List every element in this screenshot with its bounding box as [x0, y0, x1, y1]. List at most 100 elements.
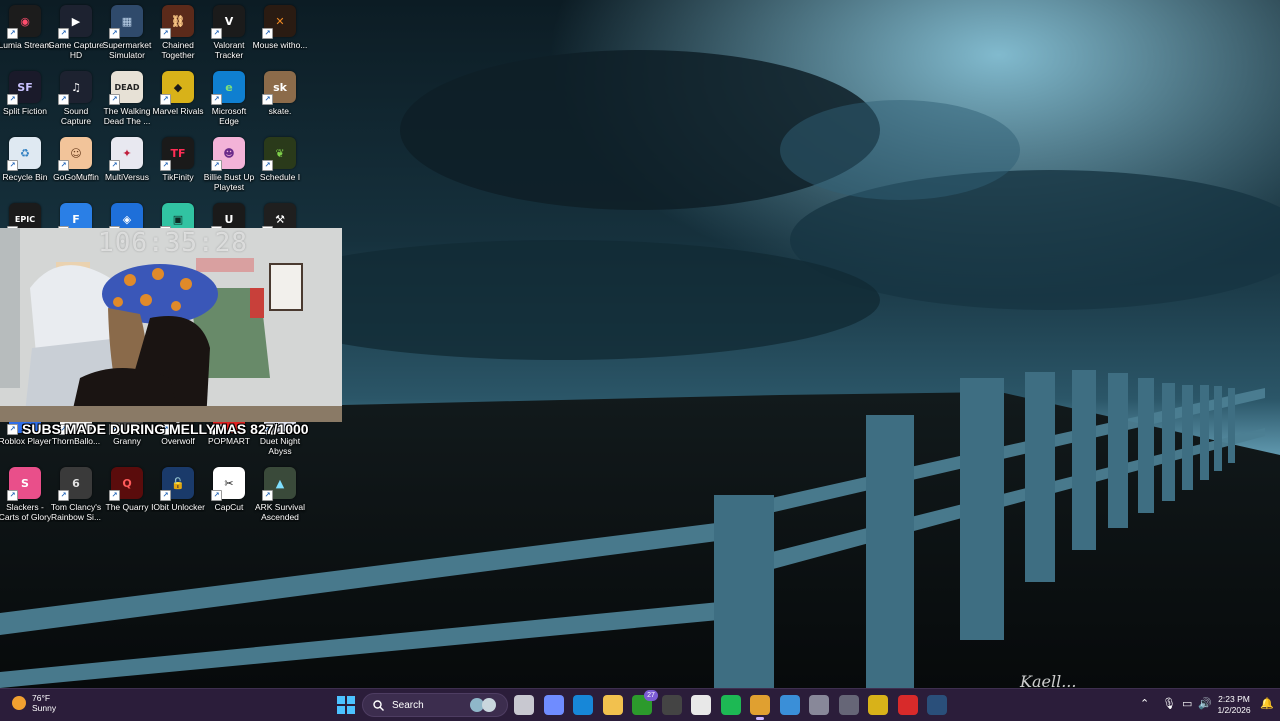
- taskbar-app-gallery[interactable]: [779, 695, 800, 715]
- desktop-icon-chained[interactable]: ⛓ ↗ Chained Together: [154, 5, 202, 71]
- desktop-icon-label: Schedule I: [259, 172, 301, 182]
- shortcut-arrow-icon: ↗: [7, 490, 18, 501]
- desktop-icon-skate[interactable]: sk ↗ skate.: [256, 71, 304, 137]
- taskbar-app-edge[interactable]: [573, 695, 593, 715]
- tikfinity-icon: TF ↗: [160, 137, 194, 171]
- network-icon[interactable]: ▭: [1182, 698, 1192, 710]
- edge-browser-icon: e ↗: [211, 71, 245, 105]
- desktop-icon-label: Game Capture HD: [48, 40, 104, 60]
- start-button[interactable]: [337, 696, 355, 714]
- taskbar-app-media[interactable]: [809, 695, 829, 715]
- desktop-icon-game-capture[interactable]: ▶ ↗ Game Capture HD: [48, 5, 104, 71]
- desktop-icon-label: Marvel Rivals: [152, 106, 204, 116]
- microphone-icon[interactable]: 🎙: [1162, 698, 1176, 710]
- weather-widget[interactable]: 76°F Sunny: [12, 693, 56, 713]
- desktop-icon-capcut[interactable]: ✂ ↗ CapCut: [205, 467, 253, 533]
- shortcut-arrow-icon: ↗: [262, 490, 273, 501]
- desktop-icon-label: CapCut: [214, 502, 244, 512]
- chevron-up-icon[interactable]: ⌃: [1140, 698, 1149, 710]
- desktop-icon-quarry[interactable]: Q ↗ The Quarry: [103, 467, 151, 533]
- shortcut-arrow-icon: ↗: [211, 160, 222, 171]
- desktop-icon-gogomuffin[interactable]: ☺ ↗ GoGoMuffin: [52, 137, 100, 203]
- gogomuffin-icon: ☺ ↗: [58, 137, 92, 171]
- desktop-icon-label: IObit Unlocker: [151, 502, 205, 512]
- crossed-mice-icon: ✕ ↗: [262, 5, 296, 39]
- desktop-icon-supermarket[interactable]: ▦ ↗ Supermarket Simulator: [103, 5, 151, 71]
- desktop-icon-label: Billie Bust Up Playtest: [203, 172, 255, 192]
- desktop-icon-marvel-rivals[interactable]: ◆ ↗ Marvel Rivals: [152, 71, 204, 137]
- shortcut-arrow-icon: ↗: [211, 28, 222, 39]
- desktop-icon-label: TikFinity: [162, 172, 194, 182]
- desktop-icon-label: Microsoft Edge: [211, 106, 247, 126]
- taskbar-app-spotify[interactable]: [720, 695, 741, 715]
- taskbar-search-box[interactable]: Search: [362, 693, 508, 717]
- taskbar-app-copilot[interactable]: [543, 695, 564, 715]
- desktop-icon-label: GoGoMuffin: [53, 172, 99, 182]
- desktop-icon-walking-dead[interactable]: DEAD ↗ The Walking Dead The ...: [103, 71, 151, 137]
- desktop-icon-edge[interactable]: e ↗ Microsoft Edge: [205, 71, 253, 137]
- shortcut-arrow-icon: ↗: [58, 28, 69, 39]
- notification-badge: 27: [644, 690, 658, 701]
- desktop-icon-label: skate.: [268, 106, 292, 116]
- shortcut-arrow-icon: ↗: [58, 160, 69, 171]
- desktop-icon-iobit[interactable]: 🔓 ↗ IObit Unlocker: [151, 467, 205, 533]
- shortcut-arrow-icon: ↗: [109, 490, 120, 501]
- shortcut-arrow-icon: ↗: [262, 94, 273, 105]
- search-placeholder: Search: [392, 699, 424, 711]
- shortcut-arrow-icon: ↗: [7, 424, 18, 435]
- taskbar-app-xbox[interactable]: 27: [632, 690, 658, 715]
- taskbar-app-obs[interactable]: [661, 695, 682, 715]
- desktop-icon-ark[interactable]: ▲ ↗ ARK Survival Ascended: [255, 467, 305, 533]
- desktop-icon-split-fiction[interactable]: SF ↗ Split Fiction: [1, 71, 49, 137]
- taskbar-app-marvel[interactable]: [868, 695, 888, 715]
- taskbar-clock[interactable]: 2:23 PM 1/2/2026: [1214, 694, 1254, 716]
- shortcut-arrow-icon: ↗: [7, 94, 18, 105]
- rainbow-six-icon: 6 ↗: [58, 467, 92, 501]
- subs-goal-banner: SUBS MADE DURING MELLYMAS 827/1000: [22, 421, 309, 437]
- shortcut-arrow-icon: ↗: [160, 28, 171, 39]
- capcut-icon: ✂ ↗: [211, 467, 245, 501]
- desktop-icon-billie[interactable]: ☻ ↗ Billie Bust Up Playtest: [204, 137, 254, 203]
- desktop-icon-recycle[interactable]: ♻ ↗ Recycle Bin: [1, 137, 49, 203]
- clock-date: 1/2/2026: [1217, 705, 1251, 715]
- taskbar-app-red-app[interactable]: [897, 695, 918, 715]
- desktop-icon-mouse[interactable]: ✕ ↗ Mouse witho...: [253, 5, 307, 71]
- marvel-rivals-icon: ◆ ↗: [160, 71, 194, 105]
- desktop-icon-slackers[interactable]: S ↗ Slackers - Carts of Glory: [0, 467, 51, 533]
- location-pin-icon: ◉ ↗: [7, 5, 41, 39]
- search-highlight-icon: [470, 698, 496, 712]
- desktop-icon-label: Supermarket Simulator: [102, 40, 152, 60]
- desktop-icon-valorant-tracker[interactable]: V ↗ Valorant Tracker: [205, 5, 253, 71]
- taskbar-app-chrome[interactable]: [750, 695, 770, 720]
- taskbar-app-file-explorer[interactable]: [602, 695, 623, 715]
- desktop-icon-lumia-stream[interactable]: ◉ ↗ Lumia Stream: [0, 5, 51, 71]
- shortcut-arrow-icon: ↗: [262, 28, 273, 39]
- notification-bell-icon[interactable]: 🔔: [1260, 698, 1274, 710]
- skate-icon: sk ↗: [262, 71, 296, 105]
- taskbar-app-store[interactable]: [691, 695, 711, 715]
- stream-timer: 106:35:28: [98, 228, 248, 258]
- buildings-icon: ▦ ↗: [109, 5, 143, 39]
- taskbar-app-capture[interactable]: [838, 695, 859, 715]
- desktop-icon-label: Mouse witho...: [252, 40, 308, 50]
- taskbar: 76°F Sunny Search 27 ⌃ 🎙 ▭ 🔊 🔔 2:23 PM 1…: [0, 688, 1280, 721]
- windows-logo-icon: [337, 696, 355, 714]
- desktop-icon-sound-capture[interactable]: ♫ ↗ Sound Capture: [52, 71, 100, 137]
- desktop-icon-rainbow-six[interactable]: 6 ↗ Tom Clancy's Rainbow Si...: [51, 467, 101, 533]
- desktop-icon-tikfinity[interactable]: TF ↗ TikFinity: [154, 137, 202, 203]
- desktop-icon-label: Recycle Bin: [2, 172, 48, 182]
- taskbar-app-task-view[interactable]: [514, 695, 534, 715]
- desktop-icon-schedule[interactable]: ❦ ↗ Schedule I: [256, 137, 304, 203]
- volume-icon[interactable]: 🔊: [1198, 698, 1212, 710]
- shortcut-arrow-icon: ↗: [160, 94, 171, 105]
- search-icon: [373, 699, 384, 711]
- taskbar-app-steam[interactable]: [927, 695, 947, 715]
- ark-icon: ▲ ↗: [262, 467, 296, 501]
- desktop-icon-label: Lumia Stream: [0, 40, 52, 50]
- desktop-icon-multiversus[interactable]: ✦ ↗ MultiVersus: [103, 137, 151, 203]
- desktop-icon-label: The Quarry: [105, 502, 149, 512]
- multiversus-icon: ✦ ↗: [109, 137, 143, 171]
- valorant-tracker-icon: V ↗: [211, 5, 245, 39]
- slackers-icon: S ↗: [7, 467, 41, 501]
- clock-time: 2:23 PM: [1218, 694, 1250, 704]
